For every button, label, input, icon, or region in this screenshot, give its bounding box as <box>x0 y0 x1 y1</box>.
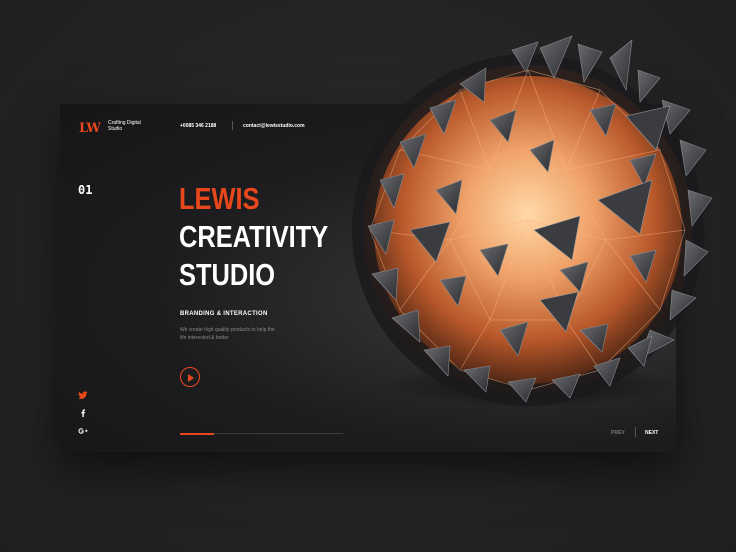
google-plus-icon[interactable] <box>78 427 88 435</box>
slide-number: 01 <box>78 183 93 197</box>
play-icon <box>188 373 194 382</box>
brand-logo[interactable]: LW <box>79 121 101 136</box>
hero-title-accent: LEWIS <box>179 181 260 216</box>
contact-phone[interactable]: +0085 346 2188 <box>180 123 216 129</box>
play-button[interactable] <box>180 367 200 387</box>
header-divider <box>232 121 233 130</box>
hero-description: We create high quality products to help … <box>180 327 275 341</box>
hero-title-line3: STUDIO <box>179 257 276 292</box>
slider-progress-track <box>180 432 343 435</box>
geometric-sphere-image <box>352 35 713 407</box>
prev-button[interactable]: PREV <box>611 430 625 436</box>
facebook-icon[interactable] <box>78 409 88 417</box>
twitter-icon[interactable] <box>78 391 88 399</box>
hero-title: LEWIS CREATIVITY STUDIO <box>179 180 328 294</box>
next-button[interactable]: NEXT <box>645 430 658 436</box>
nav-divider <box>635 427 636 437</box>
brand-tagline: Crafting Digital Studio <box>108 120 141 132</box>
slider-progress-fill <box>180 432 215 435</box>
hero-subtitle: BRANDING & INTERACTION <box>180 311 268 317</box>
contact-email[interactable]: contact@lewisstudio.com <box>243 123 305 129</box>
hero-title-line2: CREATIVITY <box>179 219 329 254</box>
